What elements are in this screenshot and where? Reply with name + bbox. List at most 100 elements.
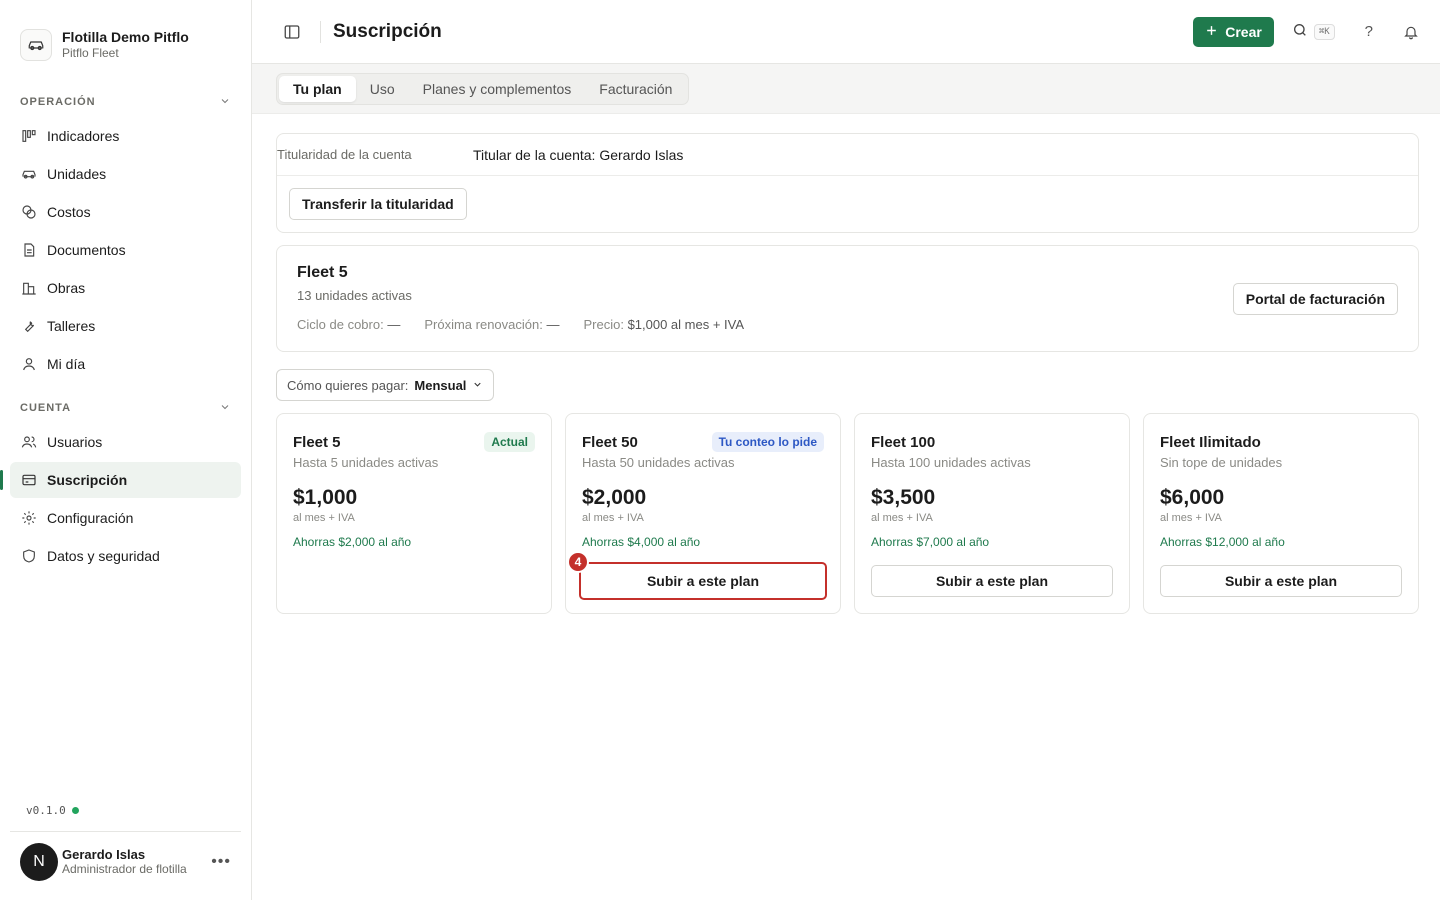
plan-period: al mes + IVA xyxy=(871,512,933,524)
search-button[interactable]: ⌘K xyxy=(1292,22,1335,41)
sidebar-item-usuarios[interactable]: Usuarios xyxy=(10,424,241,460)
plan-price: $3,500 xyxy=(871,486,936,509)
status-badge: Actual xyxy=(484,432,535,452)
bell-icon[interactable] xyxy=(1403,24,1419,40)
sidebar-item-unidades[interactable]: Unidades xyxy=(10,156,241,192)
plan-name: Fleet 5 xyxy=(293,433,341,451)
building-icon xyxy=(20,279,38,297)
plan-price: $2,000 xyxy=(582,486,647,509)
org-switcher[interactable]: Flotilla Demo Pitflo Pitflo Fleet xyxy=(0,0,251,70)
sidebar-item-label: Suscripción xyxy=(47,472,128,488)
price-label: Precio: xyxy=(583,317,624,332)
price-value: $1,000 al mes + IVA xyxy=(627,317,745,332)
more-icon[interactable]: ••• xyxy=(211,853,231,871)
section-title: CUENTA xyxy=(20,402,72,414)
plan-price: $6,000 xyxy=(1160,486,1225,509)
sidebar-item-label: Talleres xyxy=(47,318,96,334)
sidebar-item-label: Datos y seguridad xyxy=(47,548,160,564)
plan-period: al mes + IVA xyxy=(1160,512,1222,524)
plan-subtitle: Hasta 100 unidades activas xyxy=(871,455,1031,470)
status-dot xyxy=(71,807,79,814)
plan-card-fleet-5: Fleet 5 Actual Hasta 5 unidades activas … xyxy=(276,413,552,614)
main: Suscripción Crear ⌘K ? Tu plan Uso Plane… xyxy=(252,0,1440,900)
plan-name: Fleet Ilimitado xyxy=(1160,433,1261,451)
tab-facturacion[interactable]: Facturación xyxy=(585,76,686,102)
sidebar-item-label: Documentos xyxy=(47,242,126,258)
sidebar-item-costos[interactable]: Costos xyxy=(10,194,241,230)
page-title: Suscripción xyxy=(333,20,442,42)
user-name: Gerardo Islas xyxy=(62,847,146,862)
current-plan-card: Fleet 5 13 unidades activas Ciclo de cob… xyxy=(276,245,1419,352)
section-title: OPERACIÓN xyxy=(20,96,96,108)
renewal-label: Próxima renovación: xyxy=(424,317,543,332)
sidebar-item-datos-seguridad[interactable]: Datos y seguridad xyxy=(10,538,241,574)
plan-savings: Ahorras $2,000 al año xyxy=(293,535,412,549)
tab-planes-complementos[interactable]: Planes y complementos xyxy=(409,76,586,102)
user-menu[interactable]: N Gerardo Islas Administrador de flotill… xyxy=(10,831,241,891)
divider xyxy=(320,20,321,43)
chevron-down-icon xyxy=(219,94,231,110)
tab-uso[interactable]: Uso xyxy=(356,76,409,102)
tab-tu-plan[interactable]: Tu plan xyxy=(279,76,356,102)
plan-name: Fleet 50 xyxy=(582,433,638,451)
section-operacion[interactable]: OPERACIÓN xyxy=(0,92,251,112)
topbar: Suscripción Crear ⌘K ? xyxy=(252,0,1440,64)
renewal-value: — xyxy=(546,317,560,332)
ownership-label: Titularidad de la cuenta xyxy=(277,147,412,162)
sidebar-item-label: Unidades xyxy=(47,166,107,182)
payment-frequency-select[interactable]: Cómo quieres pagar: Mensual xyxy=(276,369,495,401)
car-icon xyxy=(20,29,52,61)
step-marker: 4 xyxy=(567,551,589,573)
user-icon xyxy=(20,355,38,373)
version-text: v0.1.0 xyxy=(26,804,66,817)
plan-subtitle: Hasta 5 unidades activas xyxy=(293,455,439,470)
sidebar-item-talleres[interactable]: Talleres xyxy=(10,308,241,344)
upgrade-button-fleet-100[interactable]: Subir a este plan xyxy=(871,565,1113,597)
sidebar-item-label: Mi día xyxy=(47,356,86,372)
billing-portal-button[interactable]: Portal de facturación xyxy=(1232,283,1398,315)
plan-savings: Ahorras $7,000 al año xyxy=(871,535,990,549)
chevron-down-icon xyxy=(219,400,231,416)
payment-value: Mensual xyxy=(414,377,467,393)
org-subtitle: Pitflo Fleet xyxy=(62,46,119,60)
plan-period: al mes + IVA xyxy=(582,512,644,524)
content: Tu plan Uso Planes y complementos Factur… xyxy=(252,64,1440,900)
plans-grid: Fleet 5 Actual Hasta 5 unidades activas … xyxy=(276,413,1419,614)
users-icon xyxy=(20,433,38,451)
help-button[interactable]: ? xyxy=(1365,23,1373,40)
chevron-down-icon xyxy=(472,378,483,393)
credit-card-icon xyxy=(20,471,38,489)
coins-icon xyxy=(20,203,38,221)
sidebar-item-configuracion[interactable]: Configuración xyxy=(10,500,241,536)
plan-subtitle: Hasta 50 unidades activas xyxy=(582,455,735,470)
sidebar-item-indicadores[interactable]: Indicadores xyxy=(10,118,241,154)
shield-icon xyxy=(20,547,38,565)
search-shortcut: ⌘K xyxy=(1313,23,1335,40)
sidebar-item-obras[interactable]: Obras xyxy=(10,270,241,306)
app-version: v0.1.0 xyxy=(26,804,79,817)
sidebar-item-mi-dia[interactable]: Mi día xyxy=(10,346,241,382)
org-name: Flotilla Demo Pitflo xyxy=(62,29,189,45)
upgrade-button-fleet-50[interactable]: Subir a este plan xyxy=(579,562,827,600)
plan-price: $1,000 xyxy=(293,486,358,509)
search-icon xyxy=(1292,22,1308,41)
tabs: Tu plan Uso Planes y complementos Factur… xyxy=(276,73,690,105)
section-cuenta[interactable]: CUENTA xyxy=(0,398,251,418)
plan-subtitle: Sin tope de unidades xyxy=(1160,455,1283,470)
sidebar-item-label: Indicadores xyxy=(47,128,120,144)
plan-savings: Ahorras $4,000 al año xyxy=(582,535,701,549)
document-icon xyxy=(20,241,38,259)
tabs-bar: Tu plan Uso Planes y complementos Factur… xyxy=(252,64,1440,114)
plan-savings: Ahorras $12,000 al año xyxy=(1160,535,1285,549)
sidebar-item-label: Obras xyxy=(47,280,86,296)
wrench-icon xyxy=(20,317,38,335)
create-button[interactable]: Crear xyxy=(1193,16,1274,47)
plan-card-fleet-ilimitado: Fleet Ilimitado Sin tope de unidades $6,… xyxy=(1143,413,1419,614)
sidebar-toggle-icon[interactable] xyxy=(280,20,304,44)
transfer-ownership-button[interactable]: Transferir la titularidad xyxy=(289,188,467,220)
plan-period: al mes + IVA xyxy=(293,512,355,524)
plan-card-fleet-50: Fleet 50 Tu conteo lo pide Hasta 50 unid… xyxy=(565,413,841,614)
sidebar-item-suscripcion[interactable]: Suscripción xyxy=(0,462,241,498)
upgrade-button-fleet-ilimitado[interactable]: Subir a este plan xyxy=(1160,565,1402,597)
sidebar-item-documentos[interactable]: Documentos xyxy=(10,232,241,268)
